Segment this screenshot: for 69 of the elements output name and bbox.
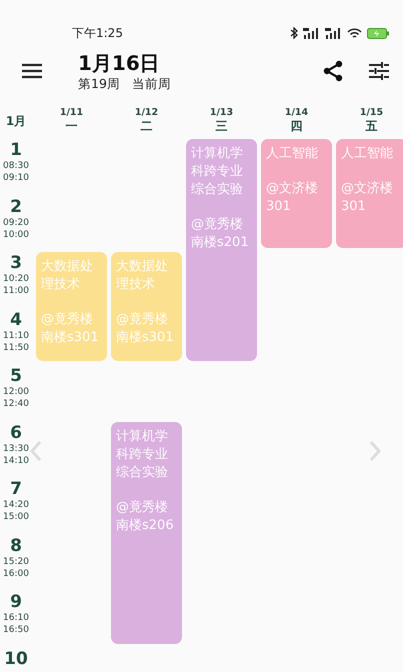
period-end-time: 14:10 — [3, 454, 29, 466]
course-name: 计算机学科跨专业综合实验 — [116, 428, 169, 482]
course-location: @竟秀楼南楼s201 — [191, 216, 250, 252]
period-number: 5 — [10, 366, 22, 386]
weekday-label: 四 — [290, 118, 302, 135]
signal-icon — [303, 28, 320, 38]
period-number: 7 — [10, 479, 22, 499]
period-number: 3 — [10, 253, 22, 273]
current-date: 1月16日 — [78, 50, 161, 76]
course-card[interactable]: 大数据处理技术 @竟秀楼南楼s301 — [111, 252, 182, 361]
period-start-time: 15:20 — [3, 556, 29, 568]
course-name: 人工智能 — [266, 145, 319, 163]
bluetooth-icon — [290, 27, 298, 39]
day-date: 1/11 — [60, 107, 84, 118]
period-number: 9 — [10, 592, 22, 612]
weekday-label: 二 — [140, 118, 152, 135]
week-status: 当前周 — [132, 76, 171, 92]
course-location: @文济楼301 — [341, 180, 394, 216]
period-end-time: 09:10 — [3, 172, 29, 184]
period-end-time: 12:40 — [3, 398, 29, 410]
period-end-time: 16:50 — [3, 624, 29, 636]
period-start-time: 09:20 — [3, 216, 29, 228]
weekday-label: 三 — [216, 118, 228, 135]
period-number: 10 — [4, 648, 28, 668]
period-end-time: 10:00 — [3, 228, 29, 240]
period-number: 6 — [10, 422, 22, 442]
course-card[interactable]: 计算机学科跨专业综合实验 @竟秀楼南楼s206 — [111, 422, 182, 644]
period-end-time: 15:00 — [3, 511, 29, 523]
month-label: 1月 — [6, 112, 26, 130]
day-date: 1/14 — [284, 107, 308, 118]
weekday-label: 五 — [366, 118, 378, 135]
period-end-time: 16:00 — [3, 568, 29, 580]
period-start-time: 11:10 — [3, 330, 29, 342]
course-card[interactable]: 人工智能 @文济楼301 — [261, 139, 332, 248]
period-number: 8 — [10, 536, 22, 556]
course-name: 大数据处理技术 — [41, 258, 94, 294]
day-date: 1/12 — [134, 107, 158, 118]
course-name: 大数据处理技术 — [116, 258, 169, 294]
battery-icon — [367, 28, 389, 38]
course-name: 计算机学科跨专业综合实验 — [191, 145, 244, 199]
period-start-time: 16:10 — [3, 612, 29, 624]
week-number: 第19周 — [78, 76, 120, 92]
period-end-time: 11:00 — [3, 285, 29, 297]
period-number: 2 — [10, 196, 22, 216]
share-icon[interactable] — [323, 60, 343, 82]
day-date: 1/13 — [210, 107, 234, 118]
wifi-icon — [347, 28, 362, 38]
period-number: 4 — [10, 310, 22, 330]
menu-icon[interactable] — [22, 63, 42, 79]
period-start-time: 14:20 — [3, 499, 29, 511]
settings-icon[interactable] — [369, 61, 389, 81]
course-location: @竟秀楼南楼s206 — [116, 498, 175, 534]
signal-icon — [325, 28, 342, 38]
day-date: 1/15 — [360, 107, 384, 118]
course-name: 人工智能 — [341, 145, 394, 163]
course-card[interactable]: 大数据处理技术 @竟秀楼南楼s301 — [36, 252, 107, 361]
course-location: @文济楼301 — [266, 180, 319, 216]
course-card[interactable]: 人工智能 @文济楼301 — [336, 139, 403, 248]
period-number: 1 — [10, 140, 22, 160]
course-card[interactable]: 计算机学科跨专业综合实验 @竟秀楼南楼s201 — [186, 139, 257, 361]
period-start-time: 13:30 — [3, 442, 29, 454]
course-location: @竟秀楼南楼s301 — [116, 311, 175, 347]
period-start-time: 12:00 — [3, 386, 29, 398]
period-end-time: 11:50 — [3, 342, 29, 354]
status-time: 下午1:25 — [72, 24, 123, 42]
weekday-label: 一 — [66, 118, 78, 135]
period-start-time: 10:20 — [3, 273, 29, 285]
course-location: @竟秀楼南楼s301 — [41, 311, 100, 347]
period-start-time: 08:30 — [3, 160, 29, 172]
